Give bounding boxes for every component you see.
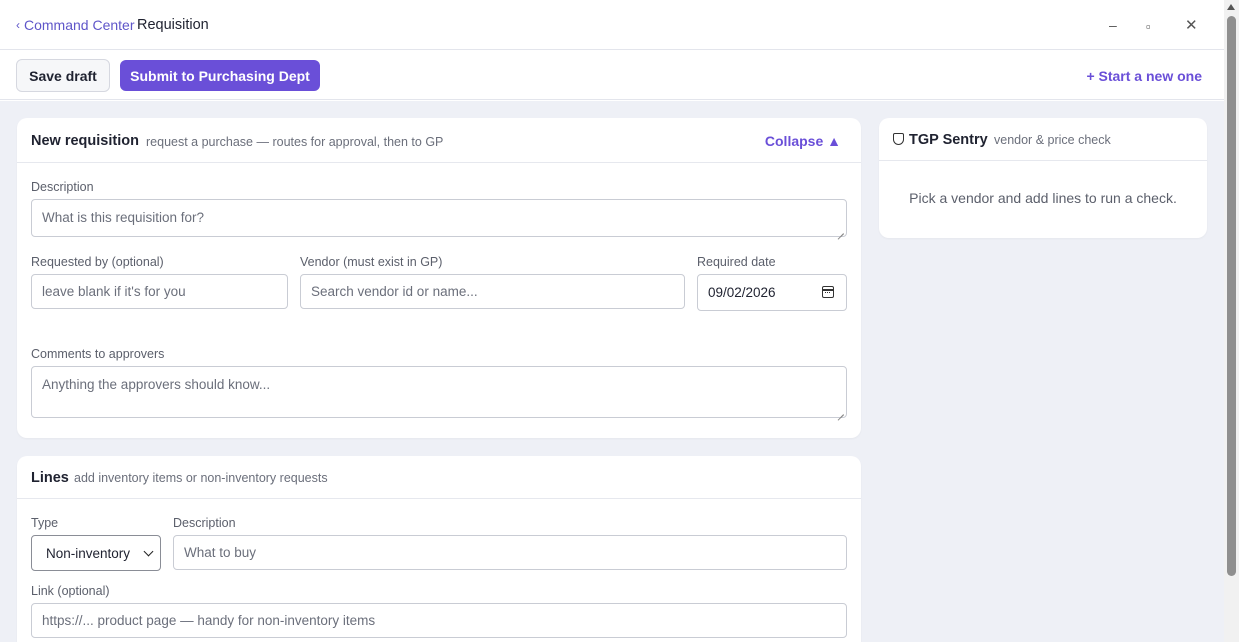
vendor-placeholder: Search vendor id or name... xyxy=(311,284,478,299)
lines-card-header: Lines add inventory items or non-invento… xyxy=(17,456,861,499)
page-title: Requisition xyxy=(137,17,209,33)
minimize-icon[interactable]: – xyxy=(1109,18,1117,32)
submit-button[interactable]: Submit to Purchasing Dept xyxy=(120,60,320,91)
description-placeholder: What is this requisition for? xyxy=(42,210,205,225)
back-link-label: Command Center xyxy=(24,17,135,33)
description-field[interactable]: What is this requisition for? xyxy=(31,199,847,237)
comments-field[interactable]: Anything the approvers should know... xyxy=(31,366,847,418)
link-label: Link (optional) xyxy=(31,584,110,598)
scroll-up-arrow-icon[interactable] xyxy=(1227,4,1235,10)
description-label: Description xyxy=(31,180,94,194)
sentry-card-title: TGP Sentry xyxy=(893,132,988,148)
shield-icon xyxy=(893,133,904,145)
vendor-label: Vendor (must exist in GP) xyxy=(300,255,443,269)
line-description-field[interactable]: What to buy xyxy=(173,535,847,570)
lines-card-title: Lines xyxy=(31,470,69,486)
save-draft-button[interactable]: Save draft xyxy=(16,59,110,92)
vendor-search-field[interactable]: Search vendor id or name... xyxy=(300,274,685,309)
main-canvas: New requisition request a purchase — rou… xyxy=(0,101,1224,642)
scrollbar-thumb[interactable] xyxy=(1227,16,1236,576)
toolbar: Save draft Submit to Purchasing Dept + S… xyxy=(0,51,1224,100)
sentry-title: TGP Sentry xyxy=(909,132,988,148)
required-date-value: 09/02/2026 xyxy=(708,285,776,300)
resize-handle-icon[interactable] xyxy=(836,407,844,415)
requested-by-placeholder: leave blank if it's for you xyxy=(42,284,186,299)
lines-card-subtitle: add inventory items or non-inventory req… xyxy=(74,471,328,485)
requisition-card: New requisition request a purchase — rou… xyxy=(17,118,861,438)
requisition-card-subtitle: request a purchase — routes for approval… xyxy=(146,135,444,149)
scrollbar[interactable] xyxy=(1224,0,1239,642)
comments-placeholder: Anything the approvers should know... xyxy=(42,377,271,392)
lines-card: Lines add inventory items or non-invento… xyxy=(17,456,861,642)
maximize-icon[interactable]: ▫ xyxy=(1146,20,1151,33)
sentry-card: TGP Sentry vendor & price check Pick a v… xyxy=(879,118,1207,238)
requested-by-field[interactable]: leave blank if it's for you xyxy=(31,274,288,309)
chevron-left-icon: ‹ xyxy=(16,18,20,32)
line-type-value: Non-inventory xyxy=(46,545,131,561)
start-new-link[interactable]: + Start a new one xyxy=(1086,68,1202,84)
requested-by-label: Requested by (optional) xyxy=(31,255,164,269)
link-placeholder: https://... product page — handy for non… xyxy=(42,613,376,628)
sentry-card-header: TGP Sentry vendor & price check xyxy=(879,118,1207,161)
chevron-down-icon xyxy=(143,546,154,557)
sentry-card-subtitle: vendor & price check xyxy=(994,133,1111,147)
close-icon[interactable]: ✕ xyxy=(1185,18,1198,33)
collapse-button[interactable]: Collapse ▲ xyxy=(765,133,841,149)
requisition-card-header: New requisition request a purchase — rou… xyxy=(17,118,861,163)
line-type-label: Type xyxy=(31,516,59,530)
line-type-select[interactable]: Non-inventory xyxy=(31,535,161,571)
link-field[interactable]: https://... product page — handy for non… xyxy=(31,603,847,638)
sentry-message: Pick a vendor and add lines to run a che… xyxy=(909,190,1177,206)
comments-label: Comments to approvers xyxy=(31,347,165,361)
title-bar: ‹ Command Center Requisition – ▫ ✕ xyxy=(0,0,1224,50)
line-description-label: Description xyxy=(173,516,236,530)
back-link[interactable]: ‹ Command Center xyxy=(16,17,135,33)
resize-handle-icon[interactable] xyxy=(836,226,844,234)
line-description-placeholder: What to buy xyxy=(184,545,257,560)
calendar-icon[interactable] xyxy=(822,286,834,298)
requisition-card-title: New requisition xyxy=(31,133,139,149)
required-date-label: Required date xyxy=(697,255,776,269)
required-date-field[interactable]: 09/02/2026 xyxy=(697,274,847,311)
